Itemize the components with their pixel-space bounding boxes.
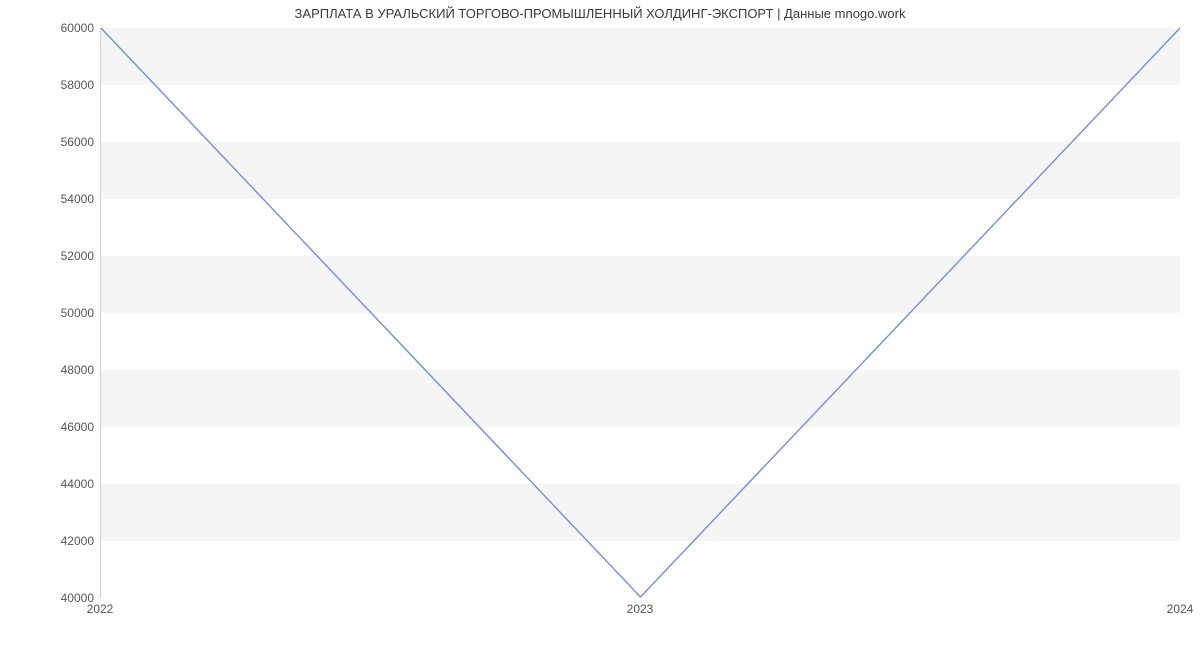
x-tick-label: 2022: [87, 602, 114, 616]
y-tick-label: 52000: [4, 249, 94, 263]
y-tick-label: 50000: [4, 306, 94, 320]
plot-area: [100, 28, 1180, 598]
y-tick-label: 44000: [4, 477, 94, 491]
y-tick-label: 60000: [4, 21, 94, 35]
x-tick-label: 2023: [627, 602, 654, 616]
y-tick-label: 54000: [4, 192, 94, 206]
y-tick-label: 48000: [4, 363, 94, 377]
y-tick-label: 40000: [4, 591, 94, 605]
y-tick-label: 56000: [4, 135, 94, 149]
y-tick-label: 42000: [4, 534, 94, 548]
line-layer: [101, 28, 1180, 597]
y-tick-label: 58000: [4, 78, 94, 92]
chart-container: ЗАРПЛАТА В УРАЛЬСКИЙ ТОРГОВО-ПРОМЫШЛЕННЫ…: [0, 0, 1200, 650]
series-line: [101, 28, 1180, 597]
chart-title: ЗАРПЛАТА В УРАЛЬСКИЙ ТОРГОВО-ПРОМЫШЛЕННЫ…: [0, 6, 1200, 21]
y-tick-label: 46000: [4, 420, 94, 434]
x-tick-label: 2024: [1167, 602, 1194, 616]
